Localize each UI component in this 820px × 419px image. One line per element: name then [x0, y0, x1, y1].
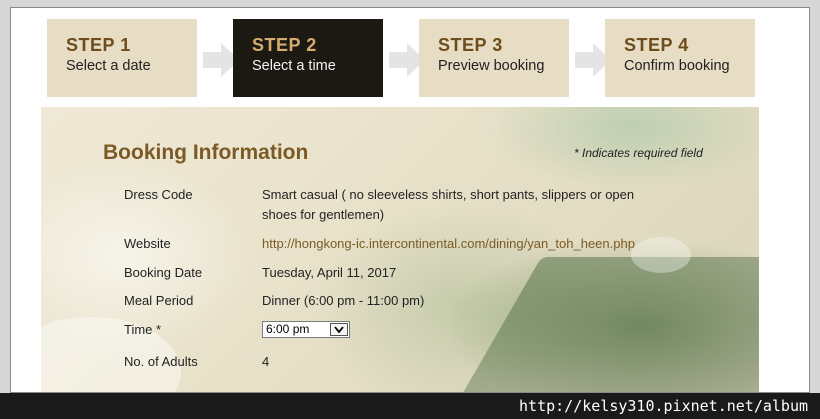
booking-info-panel: Booking Information * Indicates required… — [41, 107, 759, 392]
step-2-label: Select a time — [252, 58, 336, 74]
booking-info-heading: Booking Information — [103, 141, 309, 164]
time-row: Time * 6:00 pm — [124, 320, 664, 340]
booking-steps: STEP 1 Select a date STEP 2 Select a tim… — [47, 19, 755, 97]
website-label: Website — [124, 236, 171, 251]
step-4-title: STEP 4 — [624, 35, 689, 55]
step-1-title: STEP 1 — [66, 35, 131, 55]
booking-date-row: Booking Date Tuesday, April 11, 2017 — [124, 263, 664, 283]
time-select-value: 6:00 pm — [266, 322, 310, 336]
dress-code-label: Dress Code — [124, 187, 193, 202]
booking-page: STEP 1 Select a date STEP 2 Select a tim… — [10, 7, 810, 393]
time-select[interactable]: 6:00 pm — [262, 321, 350, 338]
meal-period-label: Meal Period — [124, 293, 194, 308]
step-3-title: STEP 3 — [438, 35, 503, 55]
dress-code-value: Smart casual ( no sleeveless shirts, sho… — [262, 187, 635, 222]
booking-date-value: Tuesday, April 11, 2017 — [262, 265, 397, 280]
meal-period-row: Meal Period Dinner (6:00 pm - 11:00 pm) — [124, 291, 664, 311]
step-3-label: Preview booking — [438, 58, 545, 74]
watermark-text: http://kelsy310.pixnet.net/album — [519, 397, 808, 415]
adults-row: No. of Adults 4 — [124, 352, 664, 372]
step-4[interactable]: STEP 4 Confirm booking — [605, 19, 755, 97]
website-row: Website http://hongkong-ic.intercontinen… — [124, 234, 724, 254]
step-3[interactable]: STEP 3 Preview booking — [419, 19, 569, 97]
dress-code-row: Dress Code Smart casual ( no sleeveless … — [124, 185, 664, 227]
booking-date-label: Booking Date — [124, 265, 203, 280]
required-field-note: * Indicates required field — [574, 146, 703, 160]
step-1-label: Select a date — [66, 58, 151, 74]
chevron-down-icon[interactable] — [330, 323, 348, 336]
step-1[interactable]: STEP 1 Select a date — [47, 19, 197, 97]
adults-label: No. of Adults — [124, 354, 198, 369]
step-4-label: Confirm booking — [624, 58, 730, 74]
adults-value: 4 — [262, 354, 270, 369]
watermark-bar: http://kelsy310.pixnet.net/album — [0, 393, 820, 419]
time-label: Time * — [124, 322, 162, 337]
step-2-title: STEP 2 — [252, 35, 317, 55]
meal-period-value: Dinner (6:00 pm - 11:00 pm) — [262, 293, 425, 308]
step-2[interactable]: STEP 2 Select a time — [233, 19, 383, 97]
website-link[interactable]: http://hongkong-ic.intercontinental.com/… — [262, 234, 722, 254]
